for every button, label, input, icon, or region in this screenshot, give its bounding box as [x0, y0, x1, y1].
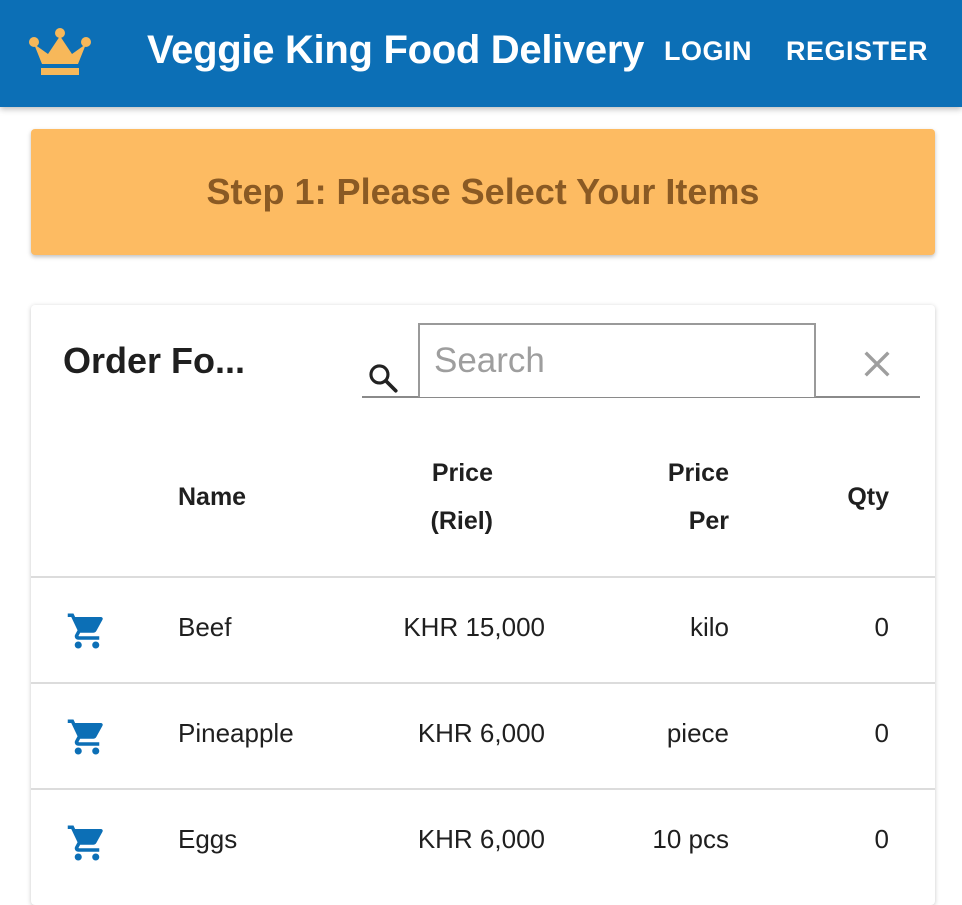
table-row: Beef KHR 15,000 kilo 0: [31, 576, 935, 682]
item-price: KHR 15,000: [403, 612, 545, 642]
login-button[interactable]: LOGIN: [664, 36, 752, 67]
column-header-qty[interactable]: Qty: [847, 473, 889, 521]
app-bar: Veggie King Food Delivery LOGIN REGISTER: [0, 0, 962, 107]
step-banner: Step 1: Please Select Your Items: [31, 129, 935, 255]
search-icon: [369, 364, 398, 393]
item-name: Pineapple: [178, 718, 294, 748]
app-title: Veggie King Food Delivery: [147, 28, 645, 72]
column-header-price[interactable]: Price (Riel): [353, 449, 494, 545]
item-qty: 0: [874, 612, 889, 642]
item-name: Beef: [178, 612, 232, 642]
card-title: Order Fo...: [63, 340, 246, 381]
column-header-price-per[interactable]: Price Per: [589, 449, 729, 545]
item-price: KHR 6,000: [417, 718, 545, 748]
order-card: Order Fo... Name Price (Riel) Price Per …: [31, 305, 935, 905]
column-header-price-line2: (Riel): [430, 507, 494, 535]
search-input[interactable]: [418, 323, 816, 397]
table-row: Pineapple KHR 6,000 piece 0: [31, 682, 935, 788]
table-row: Eggs KHR 6,000 10 pcs 0: [31, 788, 935, 894]
item-name: Eggs: [178, 824, 238, 854]
column-header-per-line2: Per: [688, 507, 729, 535]
column-header-price-line1: Price: [431, 459, 493, 487]
column-header-name[interactable]: Name: [178, 473, 246, 521]
item-qty: 0: [874, 718, 889, 748]
search-bar: [362, 323, 920, 398]
crown-icon[interactable]: [28, 28, 92, 78]
cart-icon[interactable]: [65, 716, 109, 758]
item-price-per: 10 pcs: [652, 824, 729, 854]
item-price-per: piece: [666, 718, 729, 748]
item-qty: 0: [874, 824, 889, 854]
register-button[interactable]: REGISTER: [786, 36, 928, 67]
item-price: KHR 6,000: [417, 824, 545, 854]
cart-icon[interactable]: [65, 610, 109, 652]
close-icon[interactable]: [860, 347, 894, 381]
cart-icon[interactable]: [65, 822, 109, 864]
items-table: Beef KHR 15,000 kilo 0 Pineapple KHR 6,0…: [31, 576, 935, 894]
column-header-per-line1: Price: [667, 459, 729, 487]
step-text: Step 1: Please Select Your Items: [206, 171, 760, 212]
item-price-per: kilo: [689, 612, 729, 642]
